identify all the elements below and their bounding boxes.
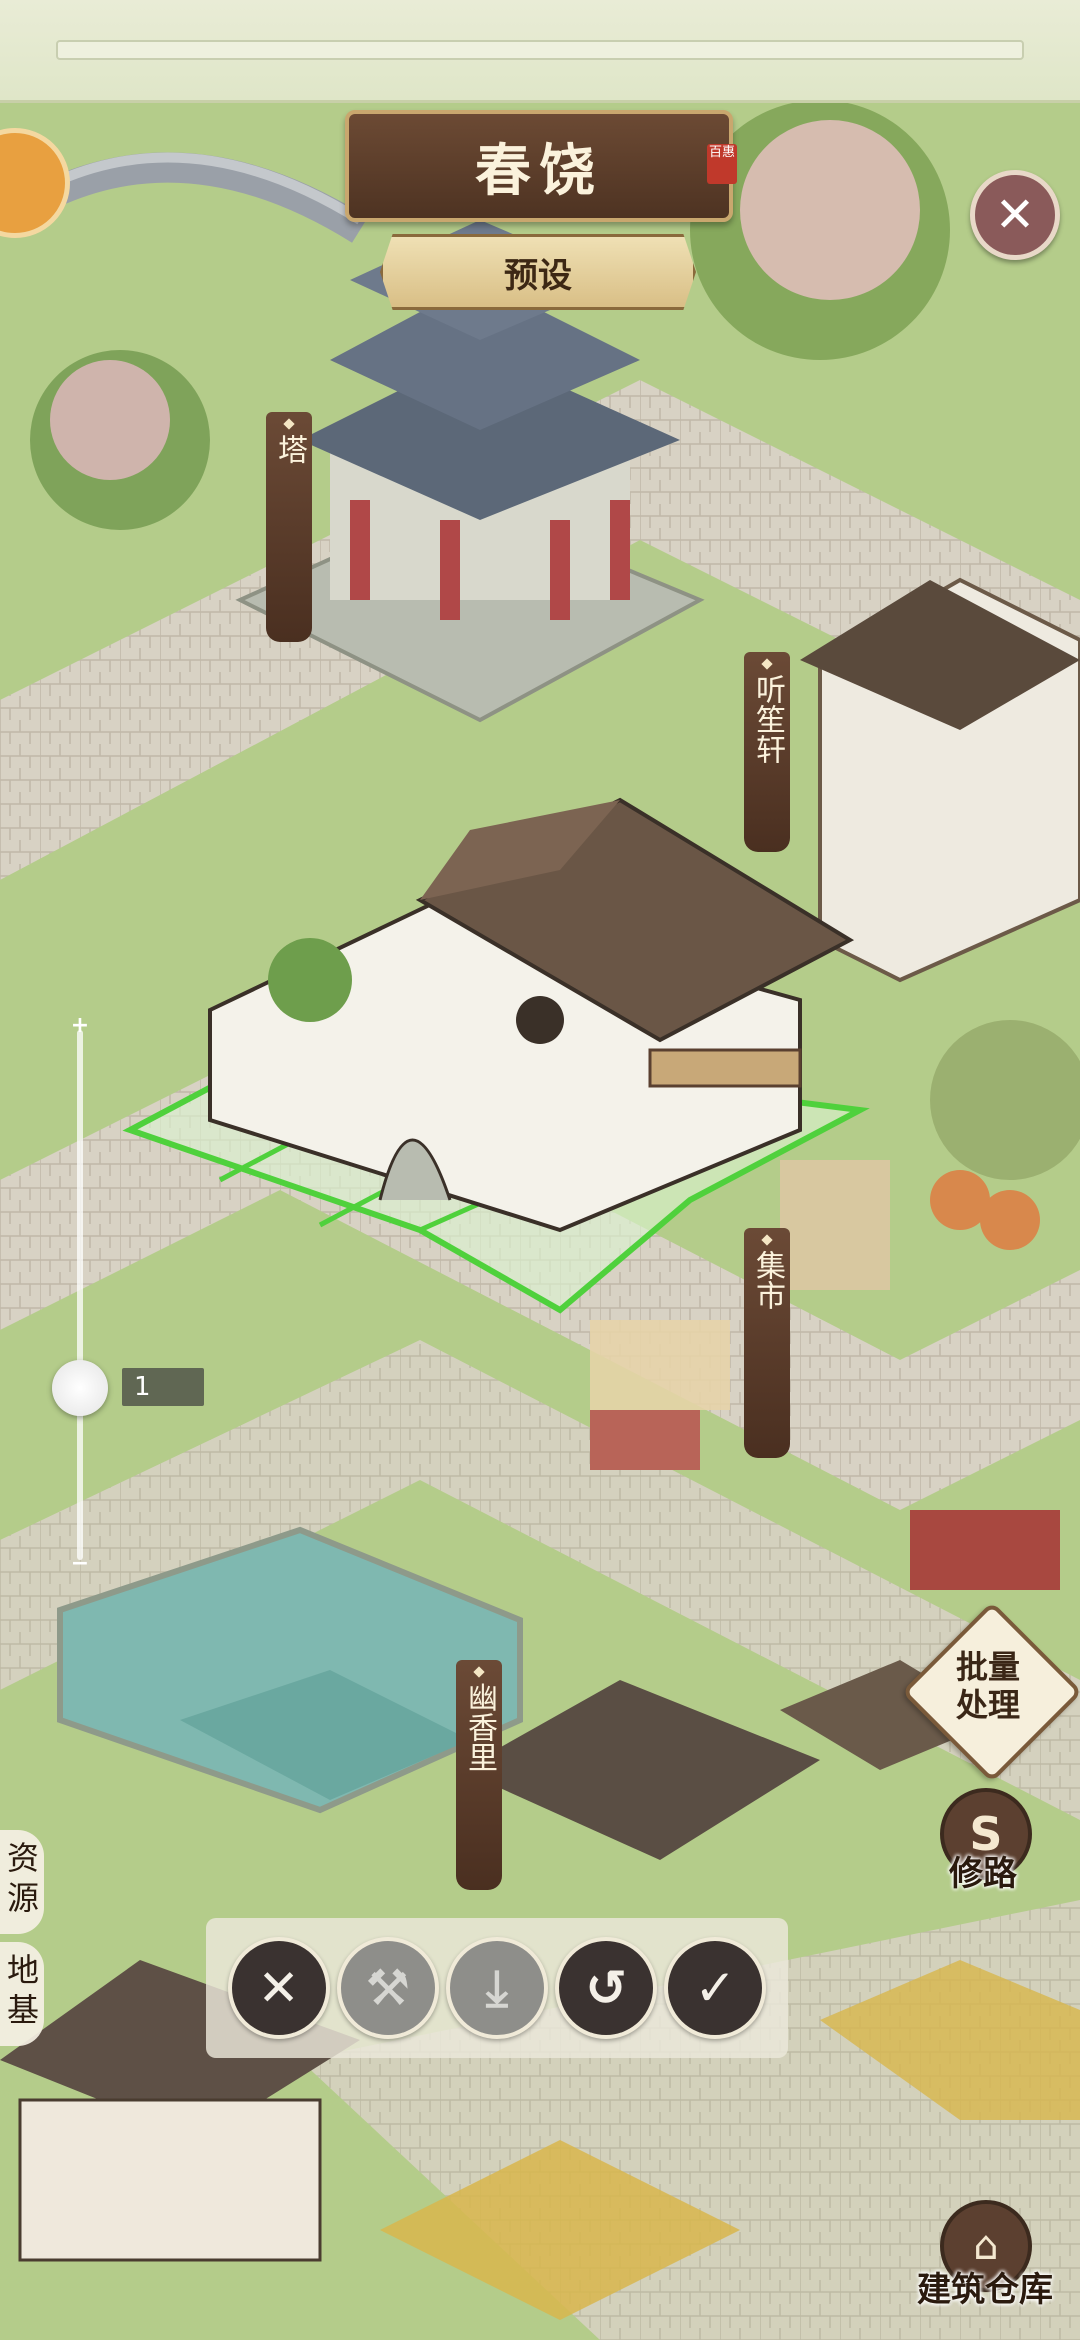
zoom-out-icon[interactable]: − — [70, 1553, 90, 1575]
game-screen: 春饶 百惠 预设 ✕ 塔 听笙轩 集市 幽香里 + − 1 资 源 地 基 批量… — [0, 0, 1080, 2340]
batch-process-label[interactable]: 批量 处理 — [928, 1648, 1048, 1724]
preset-button[interactable]: 预设 — [380, 234, 696, 310]
demolish-icon[interactable]: ⚒ — [336, 1937, 439, 2039]
confirm-icon[interactable]: ✓ — [664, 1937, 767, 2039]
seal-stamp: 百惠 — [707, 144, 737, 184]
edit-toolbar: ✕ ⚒ ⤓ ↺ ✓ — [206, 1918, 788, 2058]
zoom-handle[interactable] — [52, 1360, 108, 1416]
store-icon[interactable]: ⤓ — [445, 1937, 548, 2039]
close-icon[interactable]: ✕ — [970, 170, 1060, 260]
zoom-slider[interactable]: + − — [52, 1015, 108, 1575]
building-tag-market[interactable]: 集市 — [744, 1228, 790, 1458]
building-tag-tingdi[interactable]: 听笙轩 — [744, 652, 790, 852]
rotate-icon[interactable]: ↺ — [555, 1937, 658, 2039]
resources-tab[interactable]: 资 源 — [0, 1830, 44, 1934]
top-status-strip — [0, 0, 1080, 103]
zoom-track[interactable] — [77, 1030, 83, 1560]
status-line — [56, 40, 1024, 60]
foundation-tab[interactable]: 地 基 — [0, 1942, 44, 2046]
building-warehouse-label[interactable]: 建筑仓库 — [900, 2262, 1070, 2311]
build-road-label[interactable]: 修路 — [928, 1846, 1038, 1895]
season-title-banner: 春饶 百惠 — [345, 110, 737, 222]
season-title: 春饶 — [475, 137, 603, 204]
zoom-in-icon[interactable]: + — [70, 1015, 90, 1037]
zoom-level-label: 1 — [122, 1368, 204, 1406]
building-tag-youxiang[interactable]: 幽香里 — [456, 1660, 502, 1890]
cancel-icon[interactable]: ✕ — [227, 1937, 330, 2039]
building-tag-tower[interactable]: 塔 — [266, 412, 312, 642]
